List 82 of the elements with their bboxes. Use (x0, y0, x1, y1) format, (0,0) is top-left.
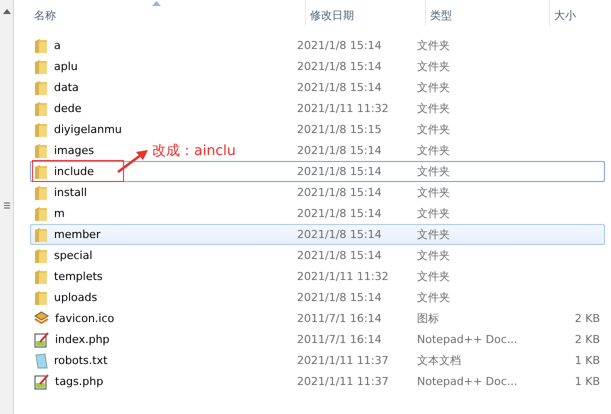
file-name[interactable]: data (54, 81, 79, 94)
file-type: Notepad++ Doc... (416, 375, 518, 388)
focused-row[interactable]: include 2021/1/8 15:14 文件夹 (30, 161, 605, 182)
file-name[interactable]: templets (54, 270, 103, 283)
file-name[interactable]: install (54, 186, 87, 199)
modified-date: 2021/1/8 15:14 (296, 81, 383, 94)
modified-date: 2021/1/11 11:37 (296, 354, 390, 367)
modified-date: 2021/1/8 15:14 (296, 165, 383, 178)
folder-icon (34, 38, 48, 54)
modified-date: 2021/1/8 15:14 (296, 291, 383, 304)
scroll-up-icon[interactable] (2, 9, 10, 14)
file-type: 文件夹 (416, 38, 451, 53)
file-name[interactable]: aplu (54, 60, 78, 73)
file-size: 2 KB (574, 312, 601, 325)
file-name[interactable]: tags.php (55, 375, 104, 388)
modified-date: 2021/1/11 11:37 (296, 375, 390, 388)
modified-date: 2021/1/8 15:14 (296, 228, 383, 241)
folder-icon (34, 268, 48, 284)
modified-date: 2021/1/11 11:32 (296, 270, 390, 283)
modified-date: 2021/1/8 15:14 (296, 144, 383, 157)
file-type: 文件夹 (416, 164, 451, 179)
file-name[interactable]: m (54, 207, 65, 220)
file-type: 文件夹 (416, 248, 451, 263)
file-name[interactable]: favicon.ico (55, 312, 114, 325)
folder-icon (34, 80, 48, 96)
modified-date: 2021/1/8 15:14 (296, 207, 383, 220)
modified-date: 2021/1/11 11:32 (296, 102, 390, 115)
arrow-icon (117, 149, 149, 173)
file-name[interactable]: uploads (54, 291, 98, 304)
file-type: 文件夹 (416, 227, 451, 242)
selected-row[interactable]: member 2021/1/8 15:14 文件夹 (30, 224, 605, 245)
modified-date: 2021/1/8 15:14 (296, 60, 383, 73)
file-name[interactable]: a (54, 39, 61, 52)
folder-icon (34, 184, 48, 200)
file-type: 文件夹 (416, 59, 451, 74)
modified-date: 2011/7/1 16:14 (296, 333, 383, 346)
notepad-icon (34, 332, 49, 348)
folder-icon (34, 122, 48, 138)
column-header[interactable]: 大小 (550, 0, 611, 26)
modified-date: 2021/1/8 15:14 (296, 249, 383, 262)
notepad-icon (34, 374, 49, 390)
file-type: 文件夹 (416, 290, 451, 305)
document-icon (34, 352, 48, 368)
file-type: 文件夹 (416, 269, 451, 284)
folder-icon (34, 248, 48, 264)
file-name[interactable]: images (54, 144, 94, 157)
file-type: 图标 (416, 311, 440, 326)
folder-icon (34, 142, 48, 158)
grip-icon[interactable] (4, 202, 10, 209)
folder-icon (34, 58, 48, 74)
file-type: 文件夹 (416, 185, 451, 200)
file-size: 1 KB (574, 354, 601, 367)
file-name[interactable]: special (54, 249, 92, 262)
modified-date: 2021/1/8 15:15 (296, 123, 383, 136)
file-type: 文件夹 (416, 206, 451, 221)
file-size: 2 KB (574, 333, 601, 346)
modified-date: 2011/7/1 16:14 (296, 312, 383, 325)
modified-date: 2021/1/8 15:14 (296, 186, 383, 199)
file-name[interactable]: member (54, 228, 100, 241)
file-type: 文本文档 (416, 353, 462, 368)
file-name[interactable]: diyigelanmu (54, 123, 122, 136)
layers-icon (34, 311, 49, 326)
file-name[interactable]: include (54, 165, 94, 178)
column-header[interactable]: 类型 (426, 0, 550, 26)
column-header[interactable]: 名称 (30, 0, 306, 26)
folder-icon (34, 290, 48, 306)
file-name[interactable]: robots.txt (54, 354, 108, 367)
file-type: 文件夹 (416, 80, 451, 95)
file-size: 1 KB (574, 375, 601, 388)
file-name[interactable]: index.php (55, 333, 110, 346)
file-name[interactable]: dede (54, 102, 82, 115)
file-type: 文件夹 (416, 101, 451, 116)
folder-icon (34, 226, 48, 242)
column-header[interactable]: 修改日期 (306, 0, 426, 26)
file-type: 文件夹 (416, 143, 451, 158)
file-type: Notepad++ Doc... (416, 333, 518, 346)
annotation-text: 改成：ainclu (152, 142, 236, 160)
folder-icon (34, 100, 48, 116)
modified-date: 2021/1/8 15:14 (296, 39, 383, 52)
file-type: 文件夹 (416, 122, 451, 137)
folder-icon (34, 206, 48, 222)
folder-icon (34, 164, 48, 180)
